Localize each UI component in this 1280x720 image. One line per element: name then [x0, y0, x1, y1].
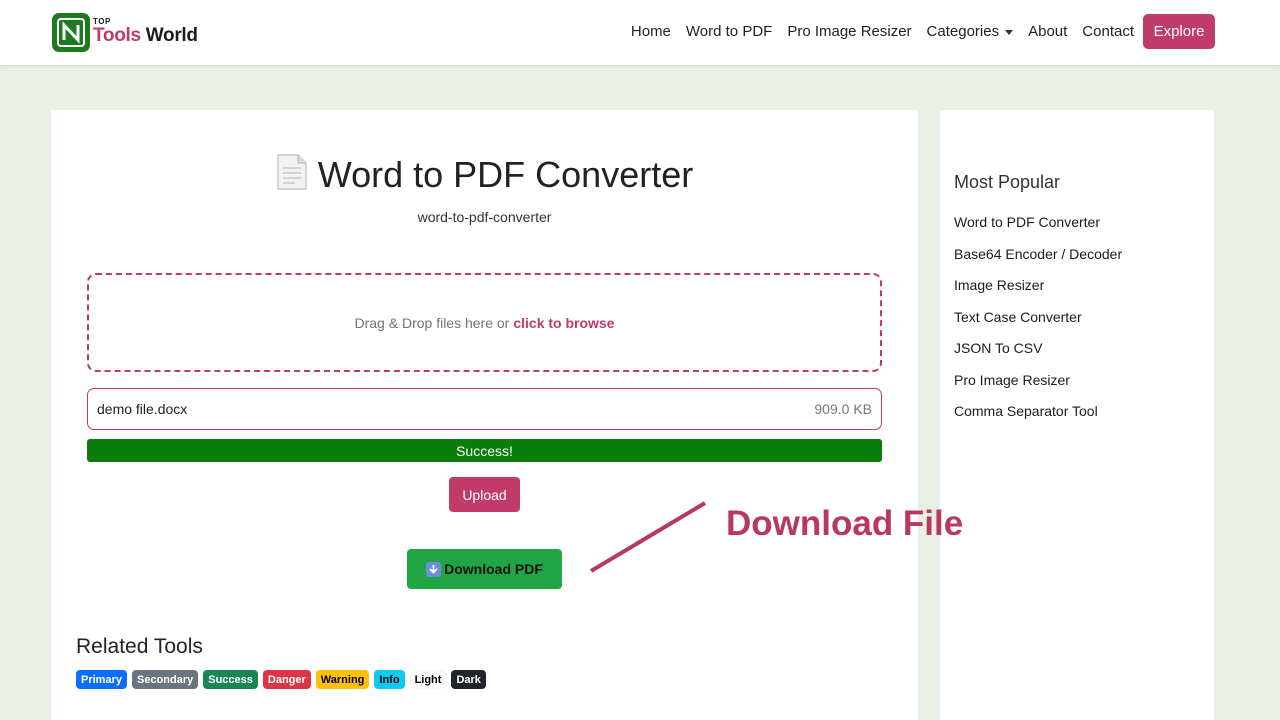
badge-success[interactable]: Success [203, 670, 258, 689]
sidebar-item-image-resizer[interactable]: Image Resizer [954, 277, 1122, 309]
download-pdf-button[interactable]: Download PDF [407, 549, 562, 589]
sidebar-item-word-to-pdf[interactable]: Word to PDF Converter [954, 214, 1122, 246]
caret-down-icon [1005, 29, 1014, 35]
badge-dark[interactable]: Dark [451, 670, 486, 689]
file-size: 909.0 KB [814, 401, 872, 417]
download-pdf-label: Download PDF [444, 561, 543, 577]
related-tools-title: Related Tools [76, 635, 203, 658]
page-title-text: Word to PDF Converter [317, 154, 694, 195]
sidebar-item-pro-image-resizer[interactable]: Pro Image Resizer [954, 372, 1122, 404]
sidebar-item-comma-separator[interactable]: Comma Separator Tool [954, 403, 1122, 435]
document-icon [276, 154, 308, 190]
navbar: TOP Tools World Home Word to PDF Pro Ima… [0, 0, 1280, 66]
nav-pro-image-resizer[interactable]: Pro Image Resizer [787, 23, 911, 40]
nav-categories-dropdown[interactable]: Categories [927, 23, 1014, 40]
annotation-label: Download File [726, 504, 964, 543]
popular-tools-list: Word to PDF Converter Base64 Encoder / D… [954, 214, 1122, 435]
nav-contact[interactable]: Contact [1082, 23, 1134, 40]
related-tools-badges: Primary Secondary Success Danger Warning… [76, 670, 486, 689]
progress-fill: Success! [87, 439, 882, 462]
nav-word-to-pdf[interactable]: Word to PDF [686, 23, 772, 40]
badge-secondary[interactable]: Secondary [131, 670, 199, 689]
page-title: Word to PDF Converter [51, 154, 918, 196]
nav-about[interactable]: About [1028, 23, 1067, 40]
badge-primary[interactable]: Primary [76, 670, 127, 689]
logo-name-part1: Tools [93, 25, 141, 46]
badge-warning[interactable]: Warning [315, 670, 370, 689]
sidebar-item-text-case[interactable]: Text Case Converter [954, 309, 1122, 341]
nav-home[interactable]: Home [631, 23, 671, 40]
badge-light[interactable]: Light [409, 670, 447, 689]
browse-link[interactable]: click to browse [513, 315, 614, 331]
explore-button[interactable]: Explore [1143, 14, 1215, 49]
file-name: demo file.docx [97, 401, 188, 417]
file-dropzone[interactable]: Drag & Drop files here or click to brows… [87, 273, 882, 372]
down-arrow-icon [426, 561, 442, 577]
nav-categories-label: Categories [926, 23, 1000, 40]
sidebar-item-json-to-csv[interactable]: JSON To CSV [954, 340, 1122, 372]
converter-card: Word to PDF Converter word-to-pdf-conver… [51, 110, 918, 720]
sidebar-title: Most Popular [954, 172, 1061, 192]
badge-info[interactable]: Info [374, 670, 405, 689]
sidebar-item-base64[interactable]: Base64 Encoder / Decoder [954, 246, 1122, 278]
badge-danger[interactable]: Danger [262, 670, 311, 689]
nav-links: Home Word to PDF Pro Image Resizer Categ… [631, 23, 1134, 40]
upload-button[interactable]: Upload [449, 477, 520, 512]
upload-progress-bar: Success! [87, 439, 882, 462]
page-subtitle: word-to-pdf-converter [417, 209, 552, 225]
sidebar: Most Popular Word to PDF Converter Base6… [940, 110, 1214, 720]
site-logo[interactable]: TOP Tools World [52, 13, 202, 55]
logo-name-part2: World [140, 25, 198, 46]
logo-name: Tools World [93, 25, 198, 47]
logo-mark-icon [52, 13, 90, 52]
selected-file-row: demo file.docx 909.0 KB [87, 388, 882, 430]
dropzone-text: Drag & Drop files here or [354, 314, 510, 331]
